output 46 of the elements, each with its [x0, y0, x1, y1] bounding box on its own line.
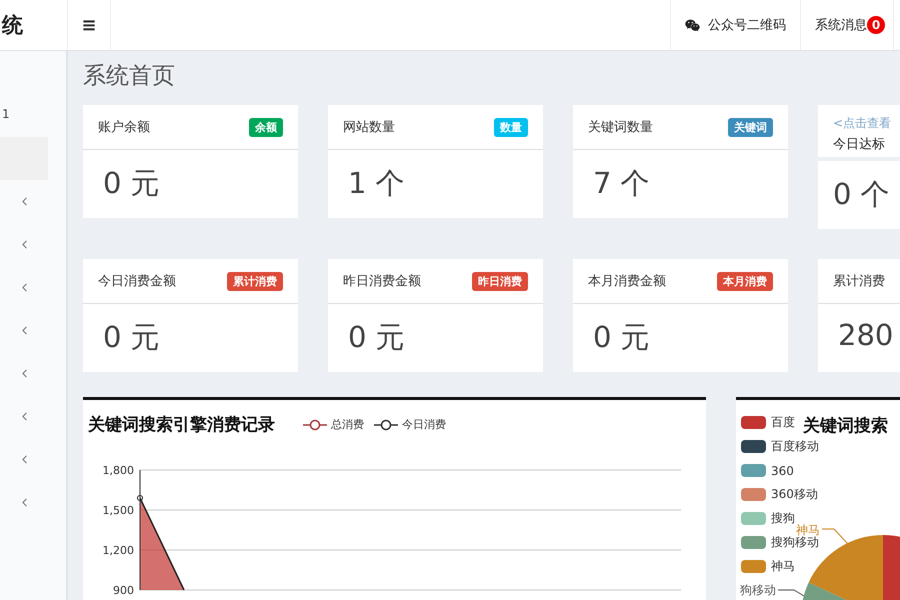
card-value: 0 元 — [347, 319, 406, 356]
wechat-icon — [685, 18, 700, 32]
card-title: 累计消费 — [833, 273, 885, 290]
nav-link[interactable]: 系统消息 — [815, 16, 867, 34]
card-value: 0 个 — [818, 161, 900, 229]
legend-label[interactable]: 360移动 — [771, 486, 818, 503]
card-tag: 累计消费 — [227, 272, 283, 290]
legend-label[interactable]: 神马 — [771, 558, 795, 575]
message-count-badge: 0 — [867, 16, 885, 34]
card-value: 0 元 — [102, 165, 161, 202]
nav-link[interactable]: 公众号二维码 — [708, 16, 786, 34]
card-tag: 余额 — [249, 118, 283, 136]
slice-label: 狗移动 — [740, 583, 776, 597]
card-value: 1 个 — [347, 165, 406, 202]
legend-label[interactable]: 总消费 — [331, 417, 364, 432]
card-value: 0 元 — [592, 319, 651, 356]
card-title: 关键词数量 — [588, 119, 653, 136]
card-value: 0 元 — [102, 319, 161, 356]
page-title: 系统首页 — [83, 62, 176, 91]
card-tag: 数量 — [494, 118, 528, 136]
legend-label[interactable]: 搜狗 — [771, 510, 795, 527]
card-tag: 关键词 — [728, 118, 773, 136]
user-info-text: 1 — [1, 107, 11, 123]
card-value: 7 个 — [592, 165, 651, 202]
card-title: 账户余额 — [98, 119, 150, 136]
axis-tick-label: 1,800 — [102, 464, 134, 477]
axis-tick-label: 900 — [113, 584, 134, 597]
slice-label: 神马 — [796, 523, 820, 537]
card-value: 280 — [837, 317, 894, 354]
legend-label[interactable]: 百度 — [771, 414, 795, 431]
axis-tick-label: 1,500 — [102, 504, 134, 517]
card-title: 本月消费金额 — [588, 273, 666, 290]
chart-title: 关键词搜索引擎消费记录 — [88, 414, 275, 436]
card-tag: 本月消费 — [717, 272, 773, 290]
card-tag: 昨日消费 — [472, 272, 528, 290]
axis-tick-label: 1,200 — [102, 544, 134, 557]
chart-title: 关键词搜索 — [803, 415, 888, 437]
leader-line — [822, 528, 848, 544]
leader-line — [778, 590, 804, 596]
card-title: 今日达标 — [833, 136, 886, 153]
legend-label[interactable]: 今日消费 — [402, 417, 446, 432]
legend-label[interactable]: 360 — [771, 464, 794, 478]
card-title: 网站数量 — [343, 119, 395, 136]
legend-label[interactable]: 百度移动 — [771, 438, 819, 455]
card-title: 昨日消费金额 — [343, 273, 421, 290]
card-title: 今日消费金额 — [98, 273, 176, 290]
